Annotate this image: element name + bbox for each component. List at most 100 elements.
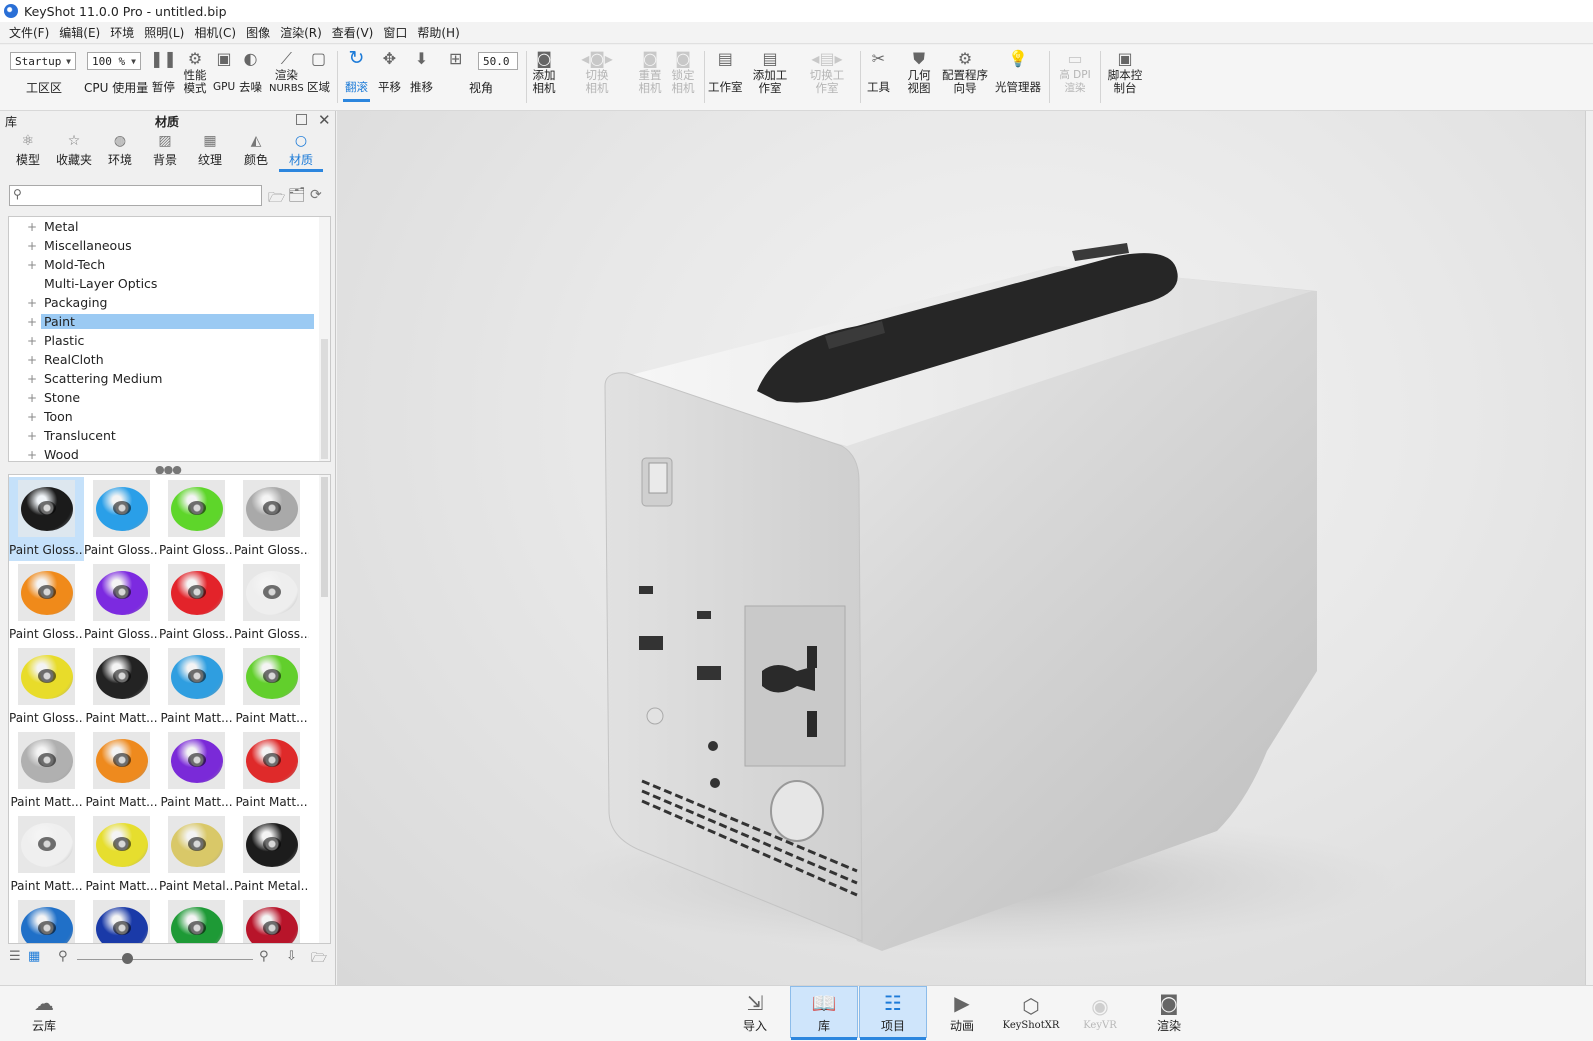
performance-mode-button[interactable]: ⚙ 性能模式 (182, 47, 208, 95)
library-search-input[interactable] (28, 187, 258, 204)
material-thumbnail[interactable]: Paint Gloss... (9, 645, 84, 729)
tree-item-translucent[interactable]: + Translucent (9, 426, 319, 445)
tab-colors[interactable]: ◭ 颜色 (234, 133, 278, 168)
project-button[interactable]: ☷ 项目 (859, 986, 927, 1040)
library-button[interactable]: 📖 库 (790, 986, 858, 1040)
grid-view-icon[interactable]: ▦ (28, 949, 40, 964)
tab-backplates[interactable]: ▨ 背景 (143, 133, 187, 168)
animation-button[interactable]: ▶ 动画 (928, 986, 996, 1038)
tree-item-scattering-medium[interactable]: + Scattering Medium (9, 369, 319, 388)
geometry-view-button[interactable]: ⛊ 几何视图 (906, 47, 932, 95)
menu-render[interactable]: 渲染(R) (275, 24, 327, 41)
material-thumbnail[interactable] (9, 897, 84, 943)
material-thumbnail[interactable]: Paint Gloss... (234, 561, 309, 645)
tab-models[interactable]: ⚛ 模型 (6, 133, 50, 168)
material-thumbnail[interactable]: Paint Gloss... (159, 561, 234, 645)
material-thumbnail[interactable]: Paint Gloss... (9, 561, 84, 645)
cpu-usage-select[interactable]: 100 % ▼ (87, 52, 141, 70)
list-view-icon[interactable]: ☰ (9, 949, 21, 964)
zoom-in-icon[interactable]: ⚲ (259, 949, 269, 964)
pan-button[interactable]: ✥ 平移 (378, 47, 401, 94)
keyshotxr-button[interactable]: ⬡ KeyShotXR (997, 986, 1065, 1038)
menu-view[interactable]: 查看(V) (327, 24, 379, 41)
menu-edit[interactable]: 编辑(E) (54, 24, 105, 41)
tree-item-stone[interactable]: + Stone (9, 388, 319, 407)
tree-scrollbar-thumb[interactable] (321, 339, 328, 459)
expand-plus-icon[interactable]: + (27, 448, 41, 462)
tools-button[interactable]: ✂ 工具 (867, 47, 890, 94)
import-button[interactable]: ⇲ 导入 (721, 986, 789, 1038)
tree-item-paint[interactable]: + Paint (9, 312, 319, 331)
tab-textures[interactable]: ▦ 纹理 (188, 133, 232, 168)
tab-favorites[interactable]: ☆ 收藏夹 (52, 133, 96, 168)
add-studio-button[interactable]: ▤ 添加工作室 (751, 47, 789, 95)
menu-camera[interactable]: 相机(C) (189, 24, 241, 41)
material-thumbnail[interactable] (159, 897, 234, 943)
pause-button[interactable]: ❚❚ 暂停 (150, 47, 177, 94)
reset-camera-button[interactable]: ◙ 重置相机 (637, 47, 663, 95)
expand-plus-icon[interactable]: + (27, 220, 41, 234)
tab-materials[interactable]: ○ 材质 (279, 133, 323, 172)
close-icon[interactable]: ✕ (318, 111, 331, 129)
tree-item-miscellaneous[interactable]: + Miscellaneous (9, 236, 319, 255)
material-thumbnail[interactable]: Paint Gloss... (234, 477, 309, 561)
material-thumbnail[interactable]: Paint Matt... (234, 729, 309, 813)
menu-environment[interactable]: 环境 (105, 24, 139, 41)
tab-environments[interactable]: ◍ 环境 (98, 133, 142, 168)
render-viewport[interactable] (337, 111, 1585, 985)
script-console-button[interactable]: ▣ 脚本控制台 (1106, 47, 1144, 95)
folder-add-icon[interactable]: 🗂 (288, 187, 306, 203)
tree-item-mold-tech[interactable]: + Mold-Tech (9, 255, 319, 274)
expand-plus-icon[interactable]: + (27, 429, 41, 443)
menu-lighting[interactable]: 照明(L) (139, 24, 189, 41)
zoom-out-icon[interactable]: ⚲ (58, 949, 68, 964)
keyvr-button[interactable]: ◉ KeyVR (1066, 986, 1134, 1038)
material-thumbnail[interactable]: Paint Metal... (234, 813, 309, 897)
material-thumbnail[interactable]: Paint Matt... (159, 645, 234, 729)
expand-plus-icon[interactable]: + (27, 258, 41, 272)
thumbnail-size-slider-knob[interactable] (122, 953, 133, 964)
material-thumbnail[interactable]: Paint Matt... (9, 813, 84, 897)
cloud-download-icon[interactable]: ⇩ (286, 949, 297, 964)
grid-scrollbar-thumb[interactable] (321, 477, 328, 597)
region-button[interactable]: ▢ 区域 (307, 47, 330, 94)
tree-item-packaging[interactable]: + Packaging (9, 293, 319, 312)
material-thumbnail[interactable]: Paint Metal... (159, 813, 234, 897)
thumbnail-size-slider[interactable] (77, 959, 253, 960)
denoise-button[interactable]: ◐ 去噪 (239, 47, 262, 94)
tree-item-multi-layer-optics[interactable]: |Multi-Layer Optics (9, 274, 319, 293)
material-thumbnail[interactable]: Paint Matt... (84, 645, 159, 729)
studio-button[interactable]: ▤ 工作室 (708, 47, 743, 94)
material-thumbnail[interactable]: Paint Matt... (159, 729, 234, 813)
fov-icon-button[interactable]: ⊞ (449, 47, 462, 69)
cloud-library-button[interactable]: ☁ 云库 (10, 986, 78, 1038)
right-panel-collapsed-strip[interactable] (1585, 111, 1593, 985)
menu-help[interactable]: 帮助(H) (412, 24, 464, 41)
config-wizard-button[interactable]: ⚙ 配置程序向导 (940, 47, 990, 95)
expand-plus-icon[interactable]: + (27, 315, 41, 329)
light-manager-button[interactable]: 💡 光管理器 (995, 47, 1041, 94)
material-thumbnail[interactable] (234, 897, 309, 943)
grid-scrollbar[interactable] (319, 475, 330, 943)
material-thumbnail[interactable]: Paint Gloss... (84, 477, 159, 561)
expand-plus-icon[interactable]: + (27, 372, 41, 386)
expand-plus-icon[interactable]: + (27, 296, 41, 310)
gpu-button[interactable]: ▣ GPU (213, 47, 235, 94)
folder-open-icon[interactable]: 🗁 (268, 187, 285, 211)
tree-item-realcloth[interactable]: + RealCloth (9, 350, 319, 369)
render-nurbs-button[interactable]: ⟋ 渲染 NURBS (269, 47, 304, 95)
material-thumbnail[interactable]: Paint Gloss... (9, 477, 84, 561)
menu-window[interactable]: 窗口 (378, 24, 412, 41)
lock-camera-button[interactable]: ◙ 锁定相机 (670, 47, 696, 95)
menu-file[interactable]: 文件(F) (4, 24, 54, 41)
switch-camera-button[interactable]: ◂◙▸ 切换相机 (581, 47, 613, 95)
material-thumbnail[interactable]: Paint Matt... (9, 729, 84, 813)
high-dpi-render-button[interactable]: ▭ 高 DPI 渲染 (1056, 47, 1094, 95)
tree-item-toon[interactable]: + Toon (9, 407, 319, 426)
dolly-button[interactable]: ⬇ 推移 (410, 47, 433, 94)
render-button[interactable]: ◙ 渲染 (1135, 986, 1203, 1038)
tree-item-metal[interactable]: + Metal (9, 217, 319, 236)
expand-plus-icon[interactable]: + (27, 410, 41, 424)
expand-plus-icon[interactable]: + (27, 239, 41, 253)
switch-studio-button[interactable]: ◂▤▸ 切换工作室 (808, 47, 846, 95)
